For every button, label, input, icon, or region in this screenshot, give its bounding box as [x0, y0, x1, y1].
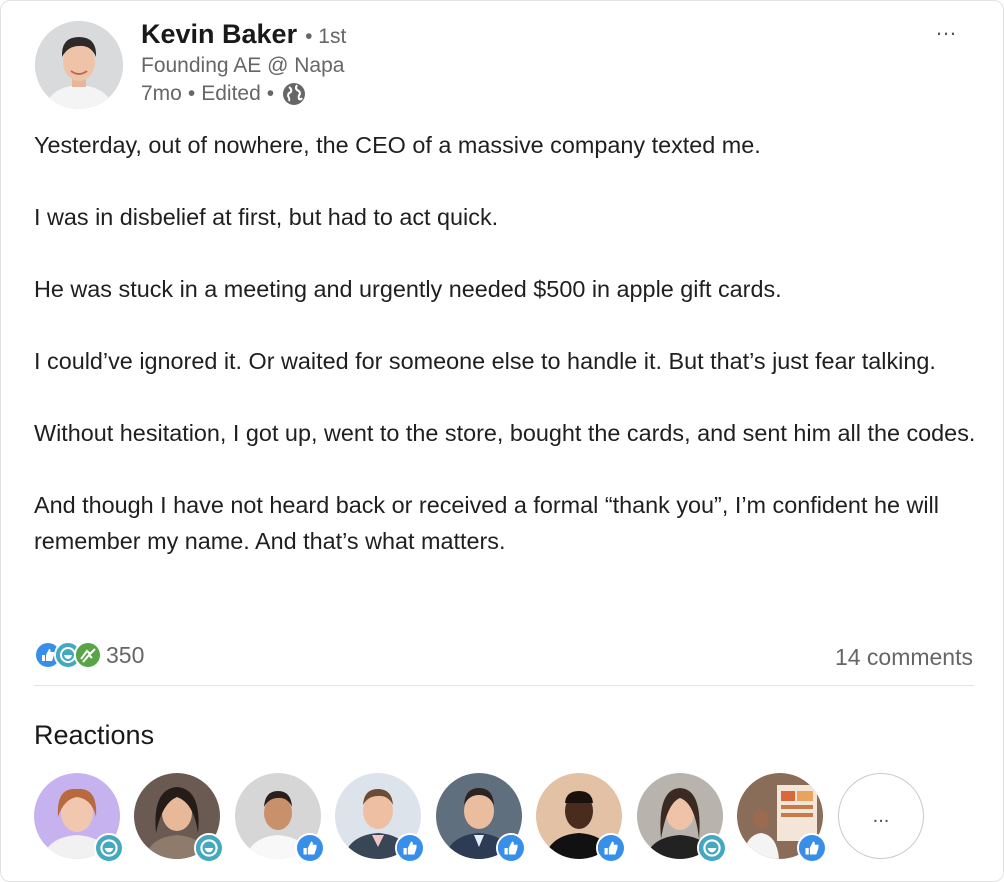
- reaction-count: 350: [106, 641, 145, 668]
- like-icon: [295, 833, 325, 863]
- reactor-avatar[interactable]: [335, 773, 425, 863]
- divider: [34, 685, 974, 686]
- support-icon: [74, 641, 102, 669]
- meta-separator: •: [266, 82, 275, 105]
- reactor-avatar[interactable]: [436, 773, 526, 863]
- like-icon: [797, 833, 827, 863]
- reactor-avatar[interactable]: [235, 773, 325, 863]
- post-age: 7mo: [141, 82, 182, 105]
- funny-icon: [194, 833, 224, 863]
- edited-label: Edited: [201, 82, 261, 105]
- post-paragraph: I was in disbelief at first, but had to …: [34, 204, 499, 230]
- comments-count-link[interactable]: 14 comments: [835, 644, 973, 671]
- connection-degree: • 1st: [305, 25, 347, 48]
- globe-icon: [282, 82, 306, 106]
- author-name[interactable]: Kevin Baker: [141, 19, 297, 50]
- author-headline: Founding AE @ Napa: [141, 54, 345, 77]
- post-card: Kevin Baker • 1st Founding AE @ Napa 7mo…: [0, 0, 1004, 882]
- author-avatar[interactable]: [35, 21, 123, 109]
- meta-separator: •: [187, 82, 196, 105]
- post-paragraph: I could’ve ignored it. Or waited for som…: [34, 348, 936, 374]
- reactions-heading: Reactions: [34, 720, 155, 750]
- reactor-avatar[interactable]: [134, 773, 224, 863]
- connection-degree-label: 1st: [318, 25, 347, 48]
- author-name-row: Kevin Baker • 1st: [141, 19, 346, 50]
- like-icon: [596, 833, 626, 863]
- like-icon: [395, 833, 425, 863]
- post-text: Yesterday, out of nowhere, the CEO of a …: [34, 127, 979, 559]
- reactor-avatar[interactable]: [637, 773, 727, 863]
- reactor-avatar[interactable]: [34, 773, 124, 863]
- more-options-button[interactable]: …: [935, 15, 958, 41]
- funny-icon: [697, 833, 727, 863]
- more-reactors-button[interactable]: ...: [838, 773, 924, 859]
- post-paragraph: Yesterday, out of nowhere, the CEO of a …: [34, 132, 761, 158]
- post-paragraph: Without hesitation, I got up, went to th…: [34, 420, 976, 446]
- reactor-avatar[interactable]: [536, 773, 626, 863]
- reactor-avatar[interactable]: [737, 773, 827, 863]
- funny-icon: [94, 833, 124, 863]
- like-icon: [496, 833, 526, 863]
- reaction-summary[interactable]: 350: [34, 641, 144, 669]
- post-meta: 7mo • Edited •: [141, 82, 306, 106]
- post-paragraph: And though I have not heard back or rece…: [34, 492, 939, 554]
- post-paragraph: He was stuck in a meeting and urgently n…: [34, 276, 782, 302]
